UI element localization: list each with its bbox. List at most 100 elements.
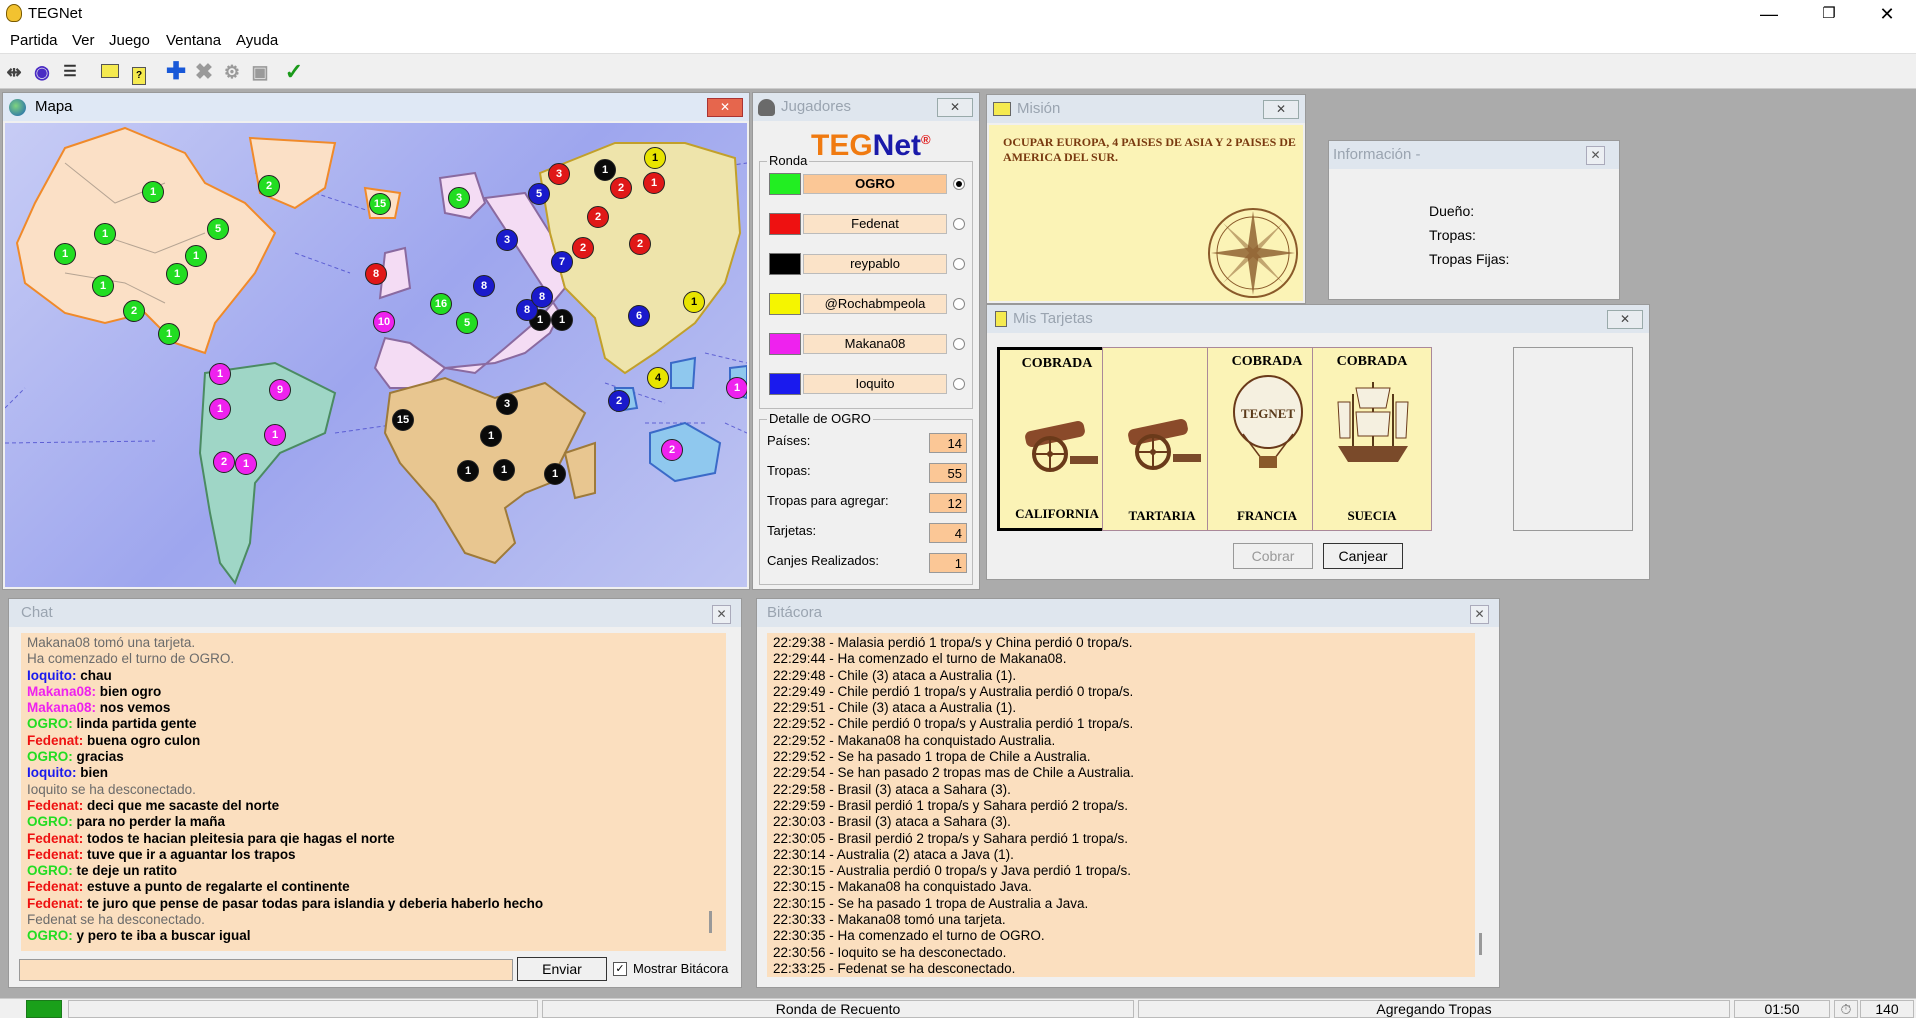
troop-chip[interactable]: 2 [572,237,594,259]
connect-icon[interactable]: ⇹ [2,60,26,84]
troop-chip[interactable]: 1 [726,377,747,399]
menu-partida[interactable]: Partida [10,32,58,49]
log-scrollbar[interactable] [1479,933,1482,955]
take-card-icon[interactable]: ▣ [248,60,272,84]
player-row[interactable]: Makana08 [769,333,969,355]
troop-chip[interactable]: 1 [594,159,616,181]
troop-chip[interactable]: 1 [94,223,116,245]
cards-icon[interactable]: ? [127,60,151,85]
country-card[interactable]: COBRADA TEGNET FRANCIA [1207,347,1327,531]
troop-chip[interactable]: 2 [661,439,683,461]
chat-log[interactable]: Makana08 tomó una tarjeta. Ha comenzado e… [21,633,726,951]
troop-chip[interactable]: 1 [493,459,515,481]
troop-chip[interactable]: 1 [209,398,231,420]
event-log[interactable]: 22:29:38 - Malasia perdió 1 tropa/s y Ch… [767,633,1475,977]
mission-close-button[interactable]: ✕ [1263,100,1299,119]
troop-chip[interactable]: 2 [213,451,235,473]
troop-chip[interactable]: 8 [365,263,387,285]
troop-chip[interactable]: 2 [258,175,280,197]
troop-chip[interactable]: 8 [531,286,553,308]
troop-chip[interactable]: 1 [142,181,164,203]
troop-chip[interactable]: 2 [610,177,632,199]
troop-chip[interactable]: 10 [373,311,395,333]
cobrar-button[interactable]: Cobrar [1233,543,1313,569]
restore-button[interactable]: ❐ [1800,0,1858,28]
troop-chip[interactable]: 1 [158,323,180,345]
player-row[interactable]: Ioquito [769,373,969,395]
minimize-button[interactable]: — [1740,0,1798,28]
send-button[interactable]: Enviar [517,957,607,981]
country-card[interactable]: COBRADA CALIFORNIA [997,347,1117,531]
troop-chip[interactable]: 3 [496,229,518,251]
troop-chip[interactable]: 2 [587,206,609,228]
troop-chip[interactable]: 5 [528,183,550,205]
troop-chip[interactable]: 1 [185,245,207,267]
troop-chip[interactable]: 2 [629,233,651,255]
troop-chip[interactable]: 1 [264,424,286,446]
regroup-icon[interactable]: ⚙ [220,60,244,84]
troop-chip[interactable]: 15 [369,193,391,215]
menu-ventana[interactable]: Ventana [166,32,221,49]
cards-close-button[interactable]: ✕ [1607,310,1643,329]
troop-chip[interactable]: 1 [166,263,188,285]
log-close-button[interactable]: ✕ [1470,605,1489,624]
player-row[interactable]: OGRO [769,173,969,195]
canjear-button[interactable]: Canjear [1323,543,1403,569]
country-card[interactable]: COBRADA SUECIA [1312,347,1432,531]
troop-chip[interactable]: 15 [392,409,414,431]
troop-chip[interactable]: 1 [92,275,114,297]
troop-chip[interactable]: 1 [480,425,502,447]
show-log-checkbox[interactable]: ✓ [613,962,627,976]
globe-icon[interactable]: ◉ [30,60,54,84]
troop-chip[interactable]: 1 [551,309,573,331]
players-close-button[interactable]: ✕ [937,98,973,117]
mission-icon[interactable] [98,60,122,84]
player-turn-radio[interactable] [953,338,965,350]
map-close-button[interactable]: ✕ [707,98,743,117]
info-close-button[interactable]: ✕ [1586,146,1605,165]
chat-scrollbar[interactable] [709,911,712,933]
troop-chip[interactable]: 16 [430,293,452,315]
troop-chip[interactable]: 1 [235,453,257,475]
player-row[interactable]: reypablo [769,253,969,275]
player-row[interactable]: @Rochabmpeola [769,293,969,315]
troop-chip[interactable]: 1 [643,172,665,194]
globe-icon [9,99,26,116]
player-turn-radio[interactable] [953,218,965,230]
player-turn-radio[interactable] [953,258,965,270]
attack-icon[interactable]: ✖ [192,60,216,84]
troop-chip[interactable]: 9 [269,379,291,401]
end-turn-check-icon[interactable]: ✓ [282,60,306,84]
troop-chip[interactable]: 1 [457,460,479,482]
troop-chip[interactable]: 4 [647,367,669,389]
troop-chip[interactable]: 2 [123,300,145,322]
troop-chip[interactable]: 5 [207,218,229,240]
troop-chip[interactable]: 7 [551,251,573,273]
chat-input[interactable] [19,959,513,981]
player-row[interactable]: Fedenat [769,213,969,235]
add-troops-icon[interactable]: ✚ [164,60,188,84]
menu-ver[interactable]: Ver [72,32,95,49]
player-turn-radio[interactable] [953,378,965,390]
world-map[interactable]: 1 1 1 5 1 1 2 1 1 2 15 3 16 5 8 3 2 2 2 1 2 1 1 1 3 15 1 1 1 1 1 1 4 10 1 9… [5,123,747,587]
troop-chip[interactable]: 6 [628,305,650,327]
troop-chip[interactable]: 1 [209,363,231,385]
troop-chip[interactable]: 3 [496,393,518,415]
troop-chip[interactable]: 1 [544,463,566,485]
troop-chip[interactable]: 3 [548,163,570,185]
list-icon[interactable]: ☰ [58,60,82,84]
country-card[interactable]: TARTARIA [1102,347,1222,531]
menu-juego[interactable]: Juego [109,32,150,49]
player-turn-radio[interactable] [953,178,965,190]
close-button[interactable]: ✕ [1858,0,1916,28]
troop-chip[interactable]: 5 [456,312,478,334]
troop-chip[interactable]: 1 [683,291,705,313]
troop-chip[interactable]: 3 [448,187,470,209]
troop-chip[interactable]: 8 [473,275,495,297]
player-turn-radio[interactable] [953,298,965,310]
chat-close-button[interactable]: ✕ [712,605,731,624]
troop-chip[interactable]: 2 [608,390,630,412]
troop-chip[interactable]: 1 [644,147,666,169]
menu-ayuda[interactable]: Ayuda [236,32,278,49]
troop-chip[interactable]: 1 [54,243,76,265]
